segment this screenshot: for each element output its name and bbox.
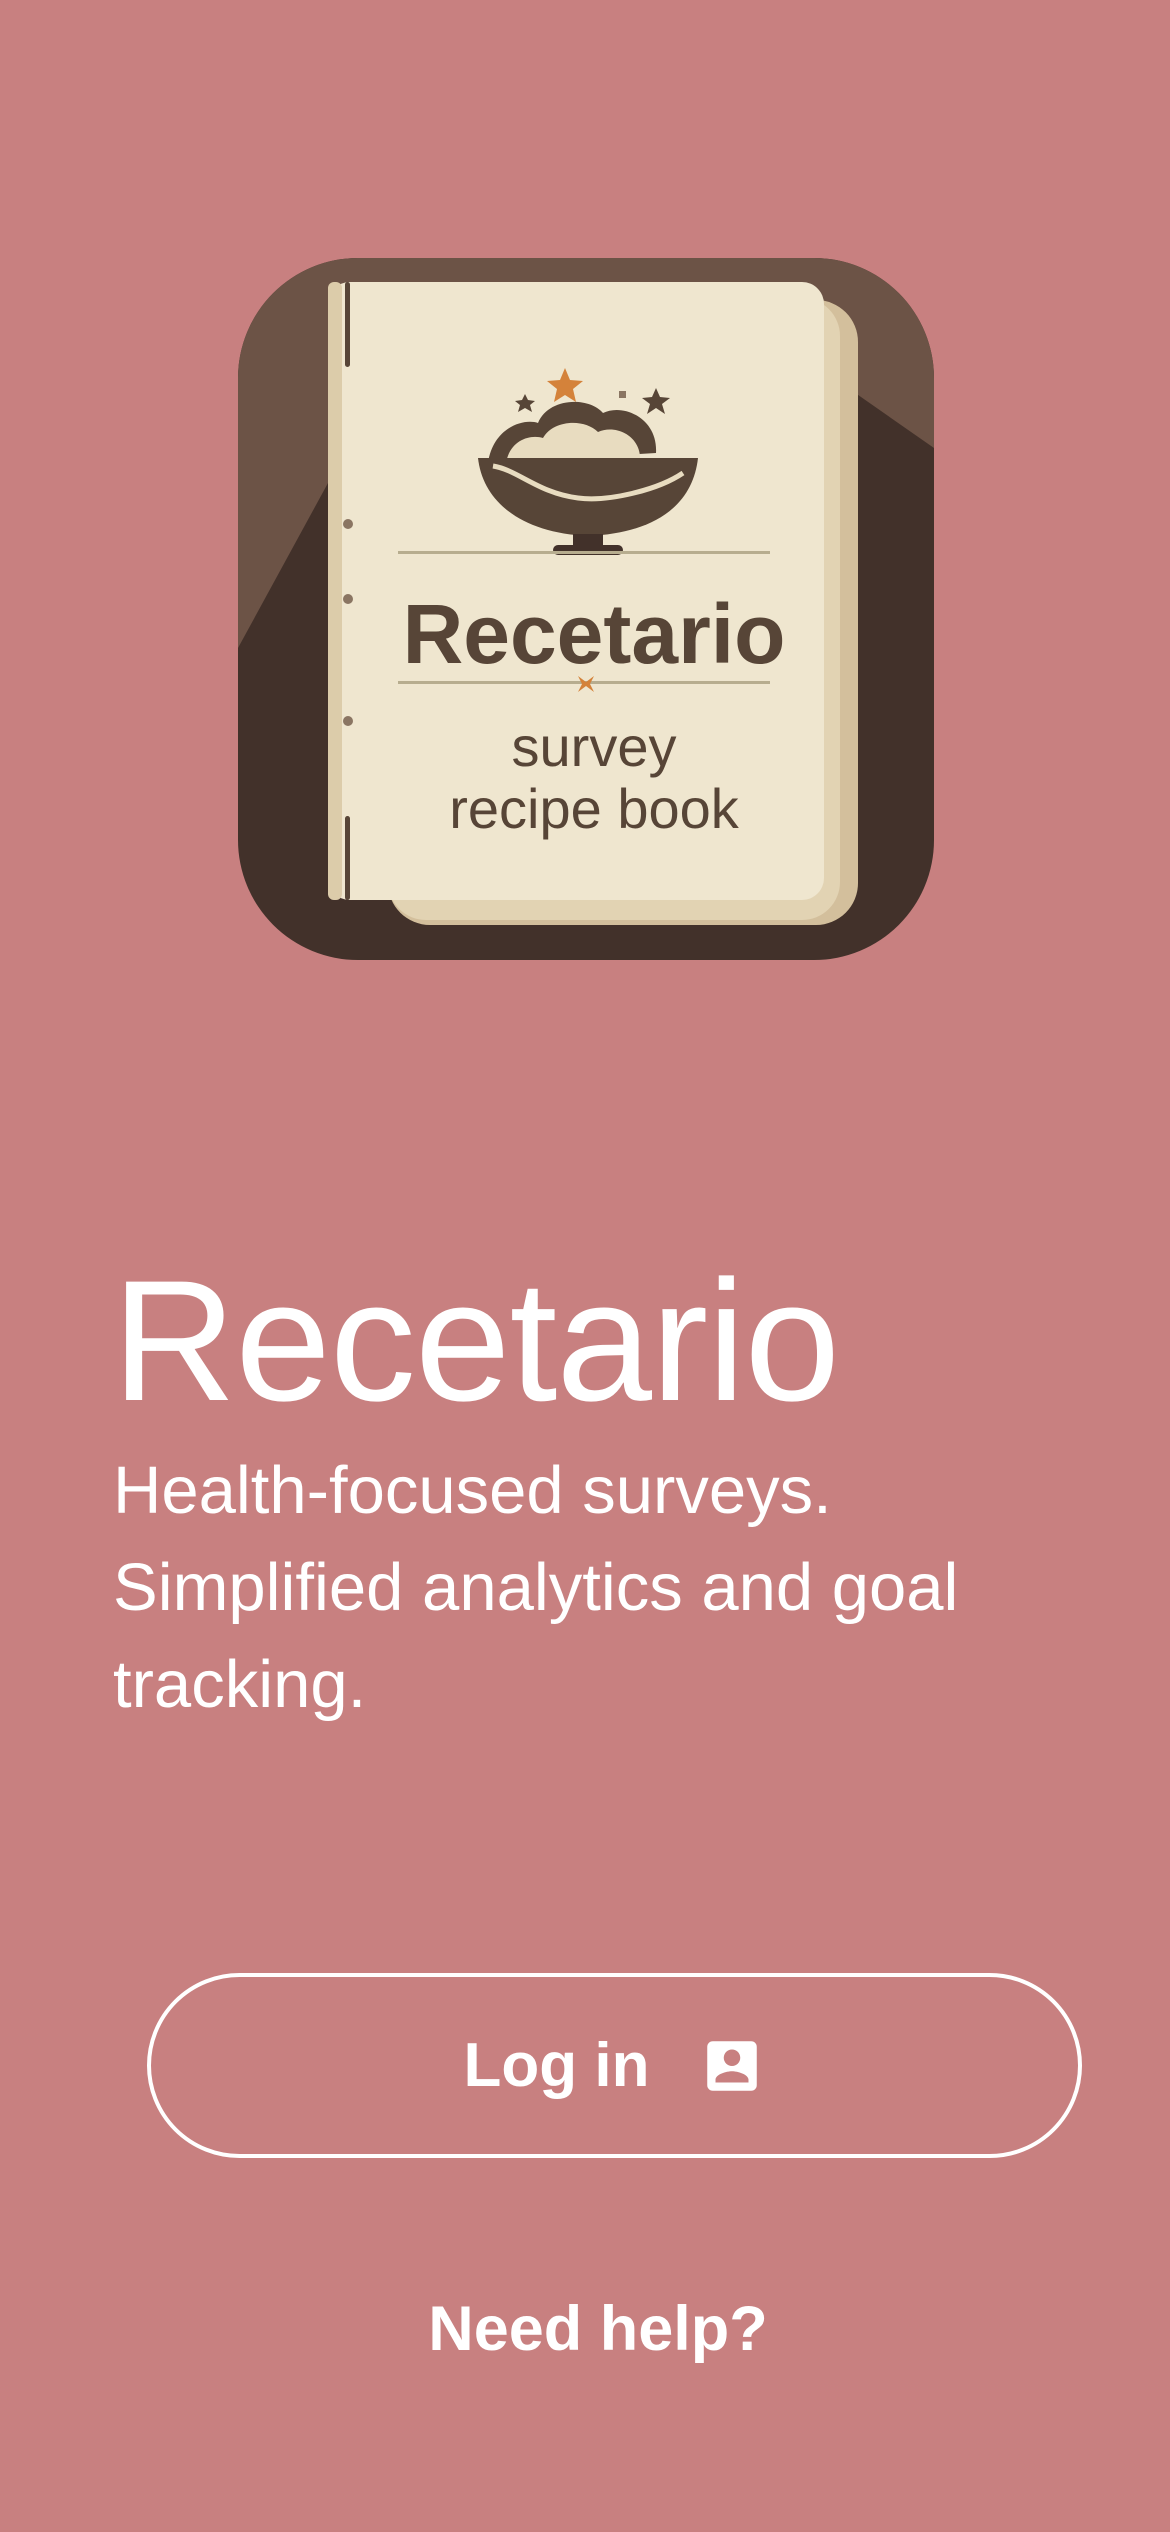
logo-subtitle-line1: survey: [512, 715, 677, 778]
app-tagline: Health-focused surveys. Simplified analy…: [113, 1453, 959, 1722]
app-title: Recetario: [112, 1245, 840, 1437]
need-help-link[interactable]: Need help?: [0, 2298, 1170, 2361]
logo-subtitle-line2: recipe book: [449, 777, 740, 840]
login-button-label: Log in: [463, 2030, 650, 2100]
logo-title: Recetario: [403, 587, 786, 681]
app-logo: Recetario survey recipe book: [238, 258, 934, 960]
account-box-icon: [699, 2033, 765, 2099]
login-button[interactable]: Log in: [147, 1973, 1082, 2158]
